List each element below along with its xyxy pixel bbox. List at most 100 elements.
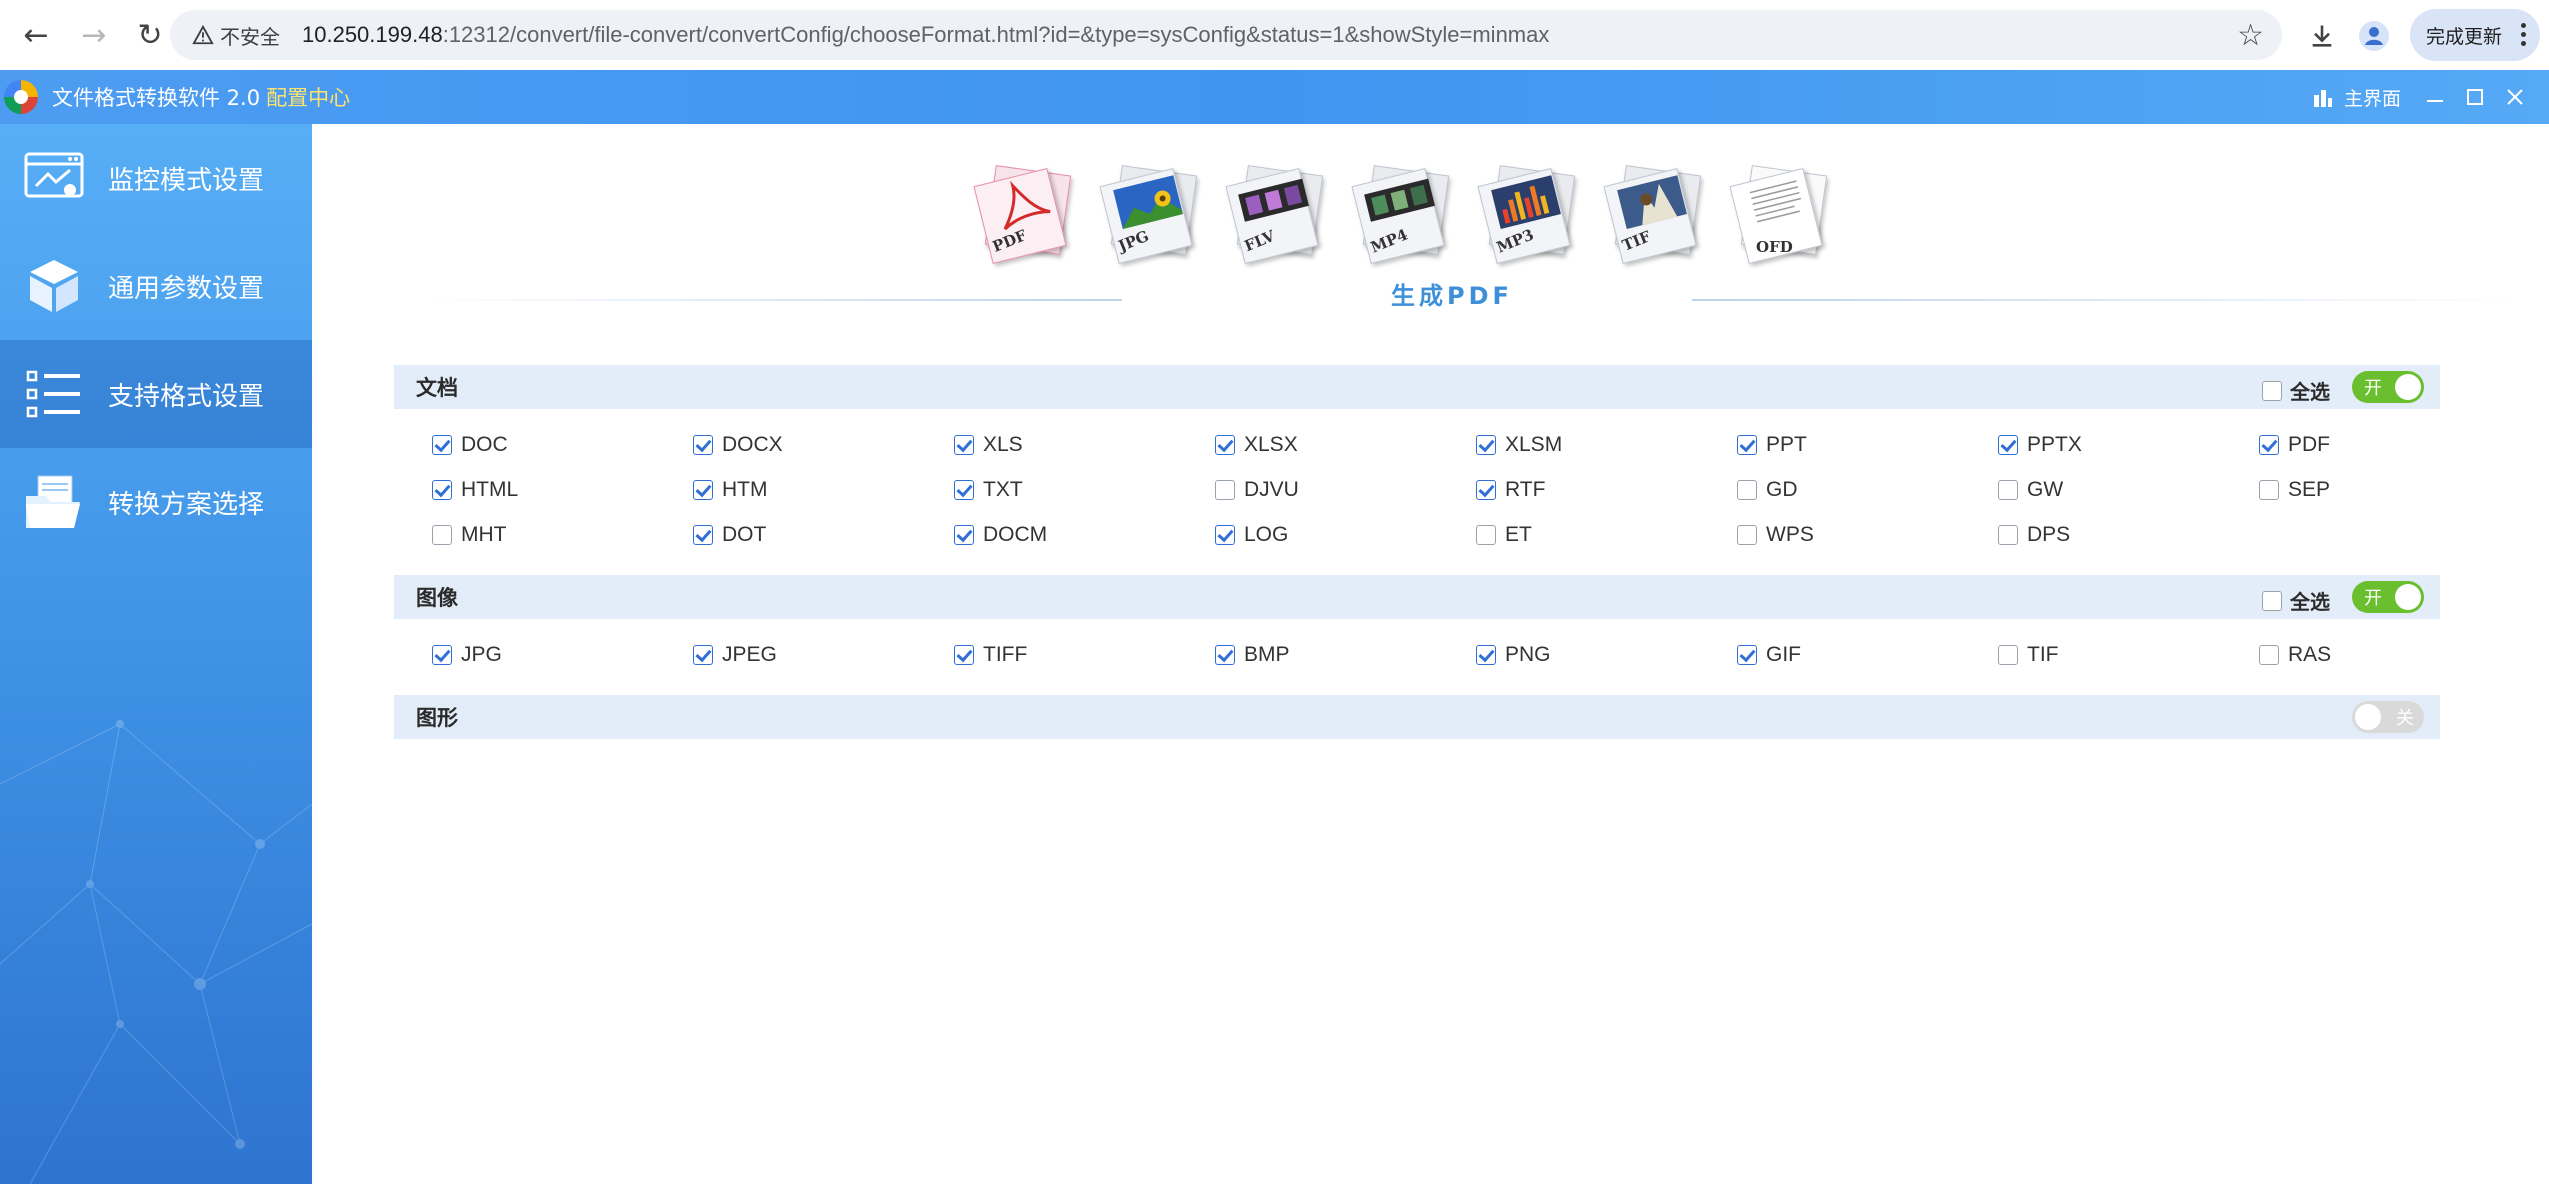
back-arrow-icon[interactable]: ← (16, 15, 56, 55)
format-checkbox[interactable] (1737, 525, 1757, 545)
format-checkbox-item[interactable]: ET (1476, 522, 1737, 548)
reload-icon[interactable]: ↻ (130, 15, 170, 55)
format-checkbox-item[interactable]: GIF (1737, 642, 1998, 668)
format-checkbox[interactable] (2259, 435, 2279, 455)
format-checkbox[interactable] (693, 645, 713, 665)
forward-arrow-icon[interactable]: → (74, 15, 114, 55)
profile-avatar-icon[interactable] (2352, 14, 2396, 58)
toggle-knob (2355, 704, 2381, 730)
format-checkbox-item[interactable]: RTF (1476, 477, 1737, 503)
address-bar[interactable]: 不安全 10.250.199.48:12312/convert/file-con… (170, 10, 2282, 60)
format-checkbox-item[interactable]: XLS (954, 432, 1215, 458)
sidebar-item-monitor-mode[interactable]: 监控模式设置 (0, 124, 312, 232)
format-checkbox[interactable] (2259, 480, 2279, 500)
format-checkbox-item[interactable]: DOC (432, 432, 693, 458)
select-all-checkbox[interactable] (2262, 590, 2282, 611)
format-checkbox-item[interactable]: DOCX (693, 432, 954, 458)
format-option-ofd[interactable]: OFD (1728, 164, 1828, 265)
format-checkbox[interactable] (1998, 435, 2018, 455)
format-checkbox-item[interactable]: GD (1737, 477, 1998, 503)
format-checkbox[interactable] (693, 525, 713, 545)
format-checkbox-item[interactable]: PNG (1476, 642, 1737, 668)
format-checkbox[interactable] (1215, 480, 1235, 500)
update-button[interactable]: 完成更新 (2410, 9, 2540, 61)
main-interface-button[interactable]: 主界面 (2312, 84, 2401, 111)
select-all-checkbox[interactable] (2262, 380, 2282, 401)
format-checkbox-item[interactable]: TIFF (954, 642, 1215, 668)
maximize-icon[interactable] (2460, 82, 2490, 112)
format-checkbox-item[interactable]: MHT (432, 522, 693, 548)
format-checkbox[interactable] (1476, 645, 1496, 665)
format-checkbox[interactable] (954, 435, 974, 455)
format-checkbox[interactable] (432, 480, 452, 500)
format-checkbox-item[interactable]: XLSX (1215, 432, 1476, 458)
format-checkbox[interactable] (1998, 645, 2018, 665)
format-checkbox[interactable] (1998, 525, 2018, 545)
sidebar-item-conversion-plan[interactable]: 转换方案选择 (0, 448, 312, 556)
format-checkbox[interactable] (1215, 645, 1235, 665)
format-checkbox-item[interactable]: SEP (2259, 477, 2520, 503)
format-checkbox-item[interactable]: DOCM (954, 522, 1215, 548)
minimize-icon[interactable] (2420, 82, 2450, 112)
sidebar-item-format-settings[interactable]: 支持格式设置 (0, 340, 312, 448)
format-checkbox[interactable] (1215, 525, 1235, 545)
format-checkbox-item[interactable]: GW (1998, 477, 2259, 503)
format-checkbox-item[interactable]: XLSM (1476, 432, 1737, 458)
format-checkbox-item[interactable]: PDF (2259, 432, 2520, 458)
format-checkbox-item[interactable]: JPEG (693, 642, 954, 668)
format-checkbox[interactable] (1215, 435, 1235, 455)
format-checkbox-item[interactable]: HTM (693, 477, 954, 503)
toggle-graphics[interactable]: 关 (2352, 701, 2424, 733)
more-menu-icon[interactable] (2521, 23, 2526, 46)
select-all-document[interactable]: 全选 (2262, 376, 2330, 405)
format-checkbox-item[interactable]: JPG (432, 642, 693, 668)
format-checkbox-item[interactable]: PPT (1737, 432, 1998, 458)
toggle-label: 开 (2364, 588, 2382, 609)
format-checkbox[interactable] (1737, 645, 1757, 665)
format-checkbox-item[interactable]: TXT (954, 477, 1215, 503)
format-option-mp4[interactable]: MP4 (1350, 164, 1450, 265)
format-option-mp3[interactable]: MP3 (1476, 164, 1576, 265)
format-checkbox-item[interactable]: WPS (1737, 522, 1998, 548)
format-checkbox[interactable] (1737, 435, 1757, 455)
format-checkbox[interactable] (432, 435, 452, 455)
format-option-pdf[interactable]: PDF (972, 164, 1072, 265)
format-checkbox-item[interactable]: TIF (1998, 642, 2259, 668)
format-checkbox[interactable] (693, 480, 713, 500)
format-checkbox-item[interactable]: HTML (432, 477, 693, 503)
format-checkbox[interactable] (1737, 480, 1757, 500)
sidebar-item-general-params[interactable]: 通用参数设置 (0, 232, 312, 340)
format-checkbox[interactable] (432, 525, 452, 545)
format-checkbox[interactable] (954, 525, 974, 545)
bookmark-star-icon[interactable]: ☆ (2237, 18, 2264, 53)
format-label: GD (1766, 478, 1798, 501)
toggle-image[interactable]: 开 (2352, 581, 2424, 613)
app-subtitle: 配置中心 (266, 86, 351, 110)
format-checkbox-item[interactable]: DOT (693, 522, 954, 548)
format-checkbox-item[interactable]: BMP (1215, 642, 1476, 668)
format-checkbox-item[interactable]: PPTX (1998, 432, 2259, 458)
format-option-flv[interactable]: FLV (1224, 164, 1324, 265)
format-checkbox[interactable] (1476, 480, 1496, 500)
format-checkbox[interactable] (1476, 525, 1496, 545)
toggle-document[interactable]: 开 (2352, 371, 2424, 403)
format-option-jpg[interactable]: JPG (1098, 164, 1198, 265)
format-checkbox[interactable] (432, 645, 452, 665)
select-all-image[interactable]: 全选 (2262, 586, 2330, 615)
download-icon[interactable] (2300, 14, 2344, 58)
close-icon[interactable] (2500, 82, 2530, 112)
security-indicator[interactable]: 不安全 (182, 17, 290, 53)
format-checkbox[interactable] (1476, 435, 1496, 455)
format-checkbox[interactable] (693, 435, 713, 455)
app-logo-icon (4, 80, 38, 114)
format-checkbox[interactable] (954, 480, 974, 500)
format-checkbox-item[interactable]: RAS (2259, 642, 2520, 668)
format-checkbox-item[interactable]: DPS (1998, 522, 2259, 548)
format-option-tif[interactable]: TIF (1602, 164, 1702, 265)
format-checkbox[interactable] (1998, 480, 2018, 500)
format-checkbox-item[interactable]: DJVU (1215, 477, 1476, 503)
format-checkbox-item[interactable]: LOG (1215, 522, 1476, 548)
url-text[interactable]: 10.250.199.48:12312/convert/file-convert… (302, 22, 1549, 48)
format-checkbox[interactable] (2259, 645, 2279, 665)
format-checkbox[interactable] (954, 645, 974, 665)
